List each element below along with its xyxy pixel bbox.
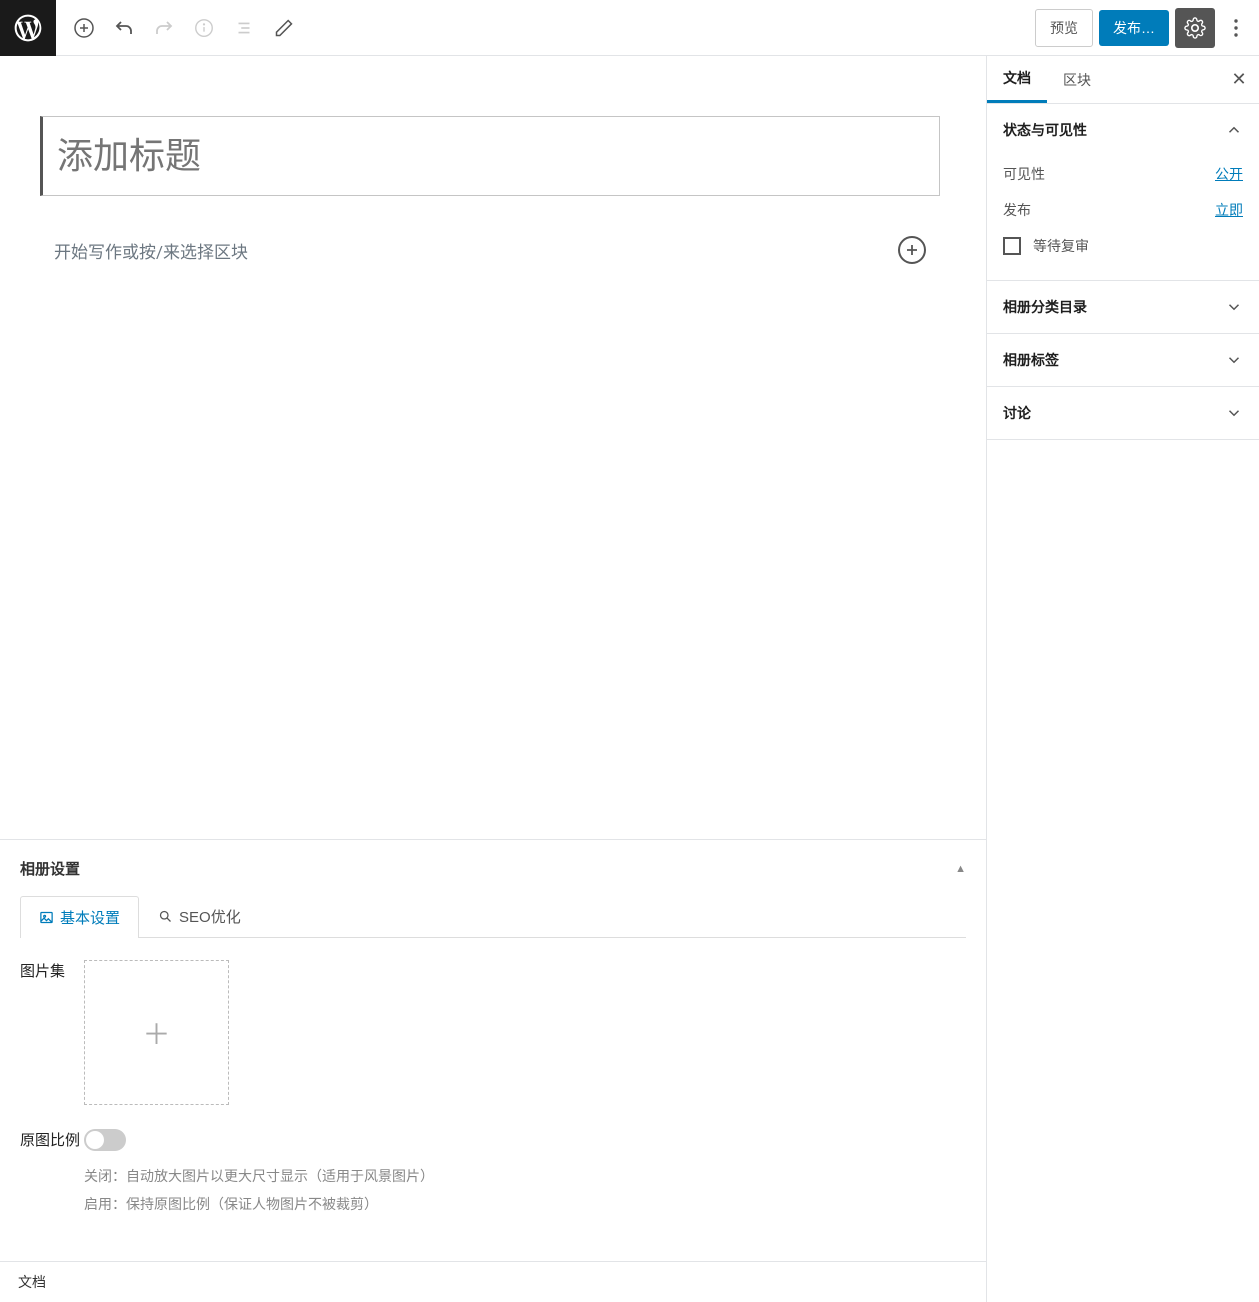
panel-categories: 相册分类目录 <box>987 281 1259 334</box>
toggle-knob <box>86 1131 104 1149</box>
chevron-down-icon <box>1225 404 1243 422</box>
publish-link[interactable]: 立即 <box>1215 200 1243 220</box>
chevron-up-icon <box>1225 121 1243 139</box>
close-icon: ✕ <box>1231 69 1246 90</box>
panel-status-title: 状态与可见性 <box>1003 120 1087 140</box>
panel-tags-title: 相册标签 <box>1003 350 1059 370</box>
tab-basic-settings[interactable]: 基本设置 <box>20 896 139 938</box>
sidebar-tabs: 文档 区块 ✕ <box>987 56 1259 104</box>
toolbar-right-group: 预览 发布… <box>1035 8 1259 48</box>
content-placeholder[interactable]: 开始写作或按/来选择区块 <box>54 238 898 263</box>
visibility-label: 可见性 <box>1003 164 1045 184</box>
ratio-help: 关闭：自动放大图片以更大尺寸显示（适用于风景图片） 启用：保持原图比例（保证人物… <box>84 1163 966 1219</box>
panel-categories-header[interactable]: 相册分类目录 <box>987 281 1259 333</box>
add-image-button[interactable]: ＋ <box>84 960 229 1105</box>
pending-review-checkbox[interactable] <box>1003 237 1021 255</box>
settings-button[interactable] <box>1175 8 1215 48</box>
panel-status: 状态与可见性 可见性 公开 发布 立即 等待复审 <box>987 104 1259 281</box>
panel-status-body: 可见性 公开 发布 立即 等待复审 <box>987 156 1259 280</box>
undo-button[interactable] <box>104 8 144 48</box>
top-toolbar: 预览 发布… <box>0 0 1259 56</box>
visibility-link[interactable]: 公开 <box>1215 164 1243 184</box>
sidebar-tab-document[interactable]: 文档 <box>987 56 1047 103</box>
ratio-off-text: 关闭：自动放大图片以更大尺寸显示（适用于风景图片） <box>84 1163 966 1191</box>
more-button[interactable] <box>1221 8 1251 48</box>
title-input[interactable] <box>57 135 925 177</box>
undo-icon <box>112 16 136 40</box>
wordpress-icon <box>12 12 44 44</box>
editor-area: 开始写作或按/来选择区块 <box>0 56 986 839</box>
tab-seo[interactable]: SEO优化 <box>139 895 260 937</box>
panel-discussion-header[interactable]: 讨论 <box>987 387 1259 439</box>
preview-button[interactable]: 预览 <box>1035 9 1093 47</box>
panel-discussion-title: 讨论 <box>1003 403 1031 423</box>
publish-row: 发布 立即 <box>1003 192 1243 228</box>
toolbar-left-group <box>56 8 304 48</box>
title-block[interactable] <box>40 116 940 196</box>
edit-button[interactable] <box>264 8 304 48</box>
plus-icon <box>904 242 920 258</box>
add-block-button[interactable] <box>64 8 104 48</box>
metabox-collapse-toggle[interactable]: ▲ <box>955 862 966 875</box>
publish-label: 发布 <box>1003 200 1031 220</box>
panel-categories-title: 相册分类目录 <box>1003 297 1087 317</box>
sidebar-tab-block[interactable]: 区块 <box>1047 56 1107 103</box>
content-block[interactable]: 开始写作或按/来选择区块 <box>40 236 940 264</box>
settings-sidebar: 文档 区块 ✕ 状态与可见性 可见性 公开 发布 立即 <box>987 56 1259 1302</box>
plus-icon: ＋ <box>142 1013 170 1053</box>
main-layout: 开始写作或按/来选择区块 相册设置 ▲ 基本设置 SEO优化 <box>0 56 1259 1302</box>
tab-seo-label: SEO优化 <box>179 906 241 927</box>
search-icon <box>158 909 173 924</box>
panel-tags: 相册标签 <box>987 334 1259 387</box>
sidebar-close-button[interactable]: ✕ <box>1219 56 1259 103</box>
visibility-row: 可见性 公开 <box>1003 156 1243 192</box>
info-button[interactable] <box>184 8 224 48</box>
pending-review-row[interactable]: 等待复审 <box>1003 228 1243 264</box>
gear-icon <box>1184 17 1206 39</box>
pencil-icon <box>274 18 294 38</box>
metabox-header[interactable]: 相册设置 ▲ <box>20 858 966 879</box>
kebab-icon <box>1234 19 1238 37</box>
redo-button[interactable] <box>144 8 184 48</box>
ratio-toggle[interactable] <box>84 1129 126 1151</box>
image-icon <box>39 910 54 925</box>
panel-discussion: 讨论 <box>987 387 1259 440</box>
pending-review-label: 等待复审 <box>1033 236 1089 256</box>
list-icon <box>233 17 255 39</box>
editor-column: 开始写作或按/来选择区块 相册设置 ▲ 基本设置 SEO优化 <box>0 56 987 1302</box>
metabox-title: 相册设置 <box>20 858 80 879</box>
image-set-label: 图片集 <box>20 960 84 1105</box>
metabox-tabs: 基本设置 SEO优化 <box>20 895 966 938</box>
chevron-down-icon <box>1225 298 1243 316</box>
redo-icon <box>152 16 176 40</box>
panel-status-header[interactable]: 状态与可见性 <box>987 104 1259 156</box>
plus-circle-icon <box>72 16 96 40</box>
ratio-row: 原图比例 关闭：自动放大图片以更大尺寸显示（适用于风景图片） 启用：保持原图比例… <box>20 1129 966 1219</box>
ratio-label: 原图比例 <box>20 1129 84 1219</box>
ratio-on-text: 启用：保持原图比例（保证人物图片不被裁剪） <box>84 1191 966 1219</box>
chevron-down-icon <box>1225 351 1243 369</box>
publish-button[interactable]: 发布… <box>1099 10 1169 46</box>
panel-tags-header[interactable]: 相册标签 <box>987 334 1259 386</box>
outline-button[interactable] <box>224 8 264 48</box>
tab-basic-label: 基本设置 <box>60 907 120 928</box>
image-set-row: 图片集 ＋ <box>20 960 966 1105</box>
wordpress-logo[interactable] <box>0 0 56 56</box>
add-block-inline-button[interactable] <box>898 236 926 264</box>
footer-doc-label: 文档 <box>0 1261 986 1302</box>
info-icon <box>193 17 215 39</box>
album-settings-metabox: 相册设置 ▲ 基本设置 SEO优化 图片集 ＋ <box>0 839 986 1261</box>
